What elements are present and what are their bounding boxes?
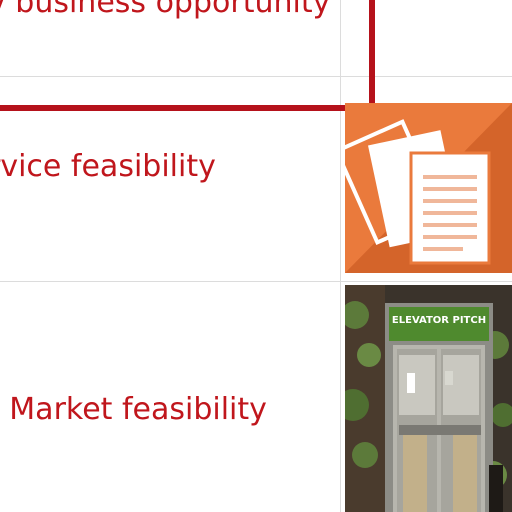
documents-icon — [345, 103, 512, 273]
elevator-sign-text: ELEVATOR PITCH — [392, 315, 486, 326]
row-divider — [0, 76, 512, 77]
feasibility-list: v business opportunity rvice feasibility… — [0, 0, 512, 512]
elevator-photo: ELEVATOR PITCH — [345, 285, 512, 512]
service-feasibility-link[interactable]: rvice feasibility — [0, 149, 216, 185]
market-feasibility-thumbnail[interactable]: ELEVATOR PITCH — [345, 285, 512, 512]
market-feasibility-link[interactable]: t Market feasibility — [0, 392, 267, 428]
service-feasibility-thumbnail[interactable] — [345, 103, 512, 273]
column-divider — [340, 0, 341, 512]
row-divider — [0, 281, 512, 282]
business-opportunity-link[interactable]: v business opportunity — [0, 0, 330, 21]
